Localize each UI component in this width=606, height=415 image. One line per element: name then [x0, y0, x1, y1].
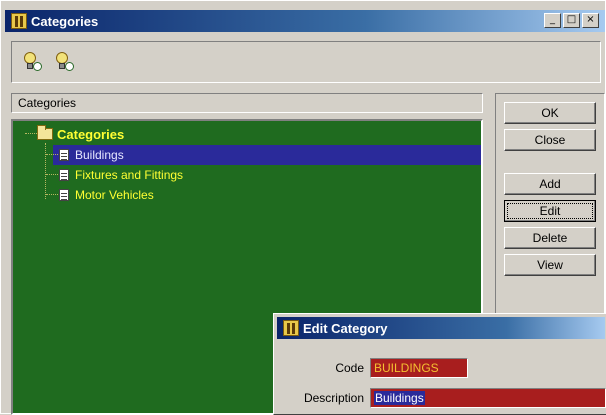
- edit-button[interactable]: Edit: [504, 200, 596, 222]
- window-titlebar[interactable]: Categories _ □ ×: [5, 10, 605, 32]
- description-label: Description: [303, 391, 364, 405]
- tree-connector: [45, 143, 46, 199]
- tree-item-motor-vehicles[interactable]: Motor Vehicles: [59, 186, 154, 204]
- tree-connector: [46, 194, 58, 195]
- close-window-button[interactable]: ×: [582, 13, 599, 28]
- document-icon: [59, 149, 69, 161]
- folder-open-icon: [37, 125, 53, 140]
- document-icon: [59, 189, 69, 201]
- edit-category-dialog: Edit Category Code BUILDINGS Description…: [273, 313, 606, 415]
- add-button[interactable]: Add: [504, 173, 596, 195]
- tree-root-label: Categories: [57, 126, 125, 142]
- tree-root-node[interactable]: Categories: [37, 125, 124, 143]
- tree-connector: [46, 154, 58, 155]
- code-label: Code: [335, 361, 364, 375]
- close-button[interactable]: Close: [504, 129, 596, 151]
- description-input[interactable]: Buildings: [370, 388, 606, 408]
- minimize-button[interactable]: _: [544, 13, 561, 28]
- tree-connector: [25, 133, 37, 134]
- maximize-button[interactable]: □: [563, 13, 580, 28]
- dialog-titlebar[interactable]: Edit Category: [277, 317, 605, 339]
- window-title: Categories: [31, 13, 99, 29]
- code-input[interactable]: BUILDINGS: [370, 358, 468, 378]
- tree-item-label: Buildings: [75, 148, 124, 162]
- tree-connector: [46, 174, 58, 175]
- window-controls: _ □ ×: [544, 13, 599, 28]
- path-field: Categories: [11, 93, 483, 113]
- ok-button[interactable]: OK: [504, 102, 596, 124]
- tree-item-label: Motor Vehicles: [75, 188, 154, 202]
- document-icon: [59, 169, 69, 181]
- view-button[interactable]: View: [504, 254, 596, 276]
- description-value: Buildings: [374, 391, 425, 405]
- subcategory-icon[interactable]: [54, 52, 76, 74]
- toolbar: [11, 41, 601, 83]
- delete-button[interactable]: Delete: [504, 227, 596, 249]
- app-icon: [283, 320, 299, 336]
- dialog-title: Edit Category: [303, 320, 388, 336]
- tree-item-label: Fixtures and Fittings: [75, 168, 184, 182]
- app-icon: [11, 13, 27, 29]
- tree-item-fixtures[interactable]: Fixtures and Fittings: [59, 166, 183, 184]
- category-icon[interactable]: [22, 52, 44, 74]
- tree-item-buildings[interactable]: Buildings: [59, 146, 124, 164]
- categories-window: Categories _ □ × Categories Categories B…: [0, 0, 606, 415]
